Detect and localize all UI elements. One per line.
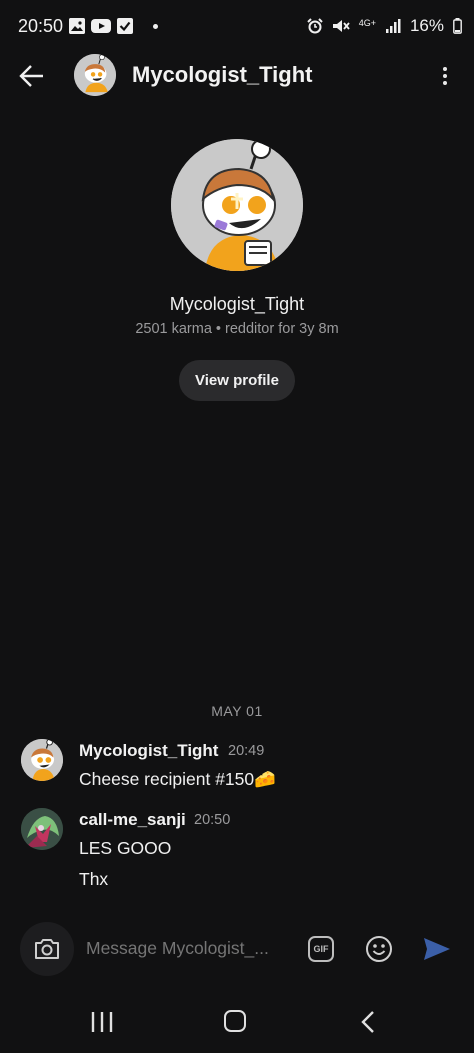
recent-apps-button[interactable]: [90, 1011, 114, 1033]
profile-avatar[interactable]: [171, 139, 303, 271]
profile-name: Mycologist_Tight: [169, 294, 305, 314]
snoo-avatar-icon: [171, 139, 303, 271]
message-composer: GIF: [0, 918, 474, 980]
message-author[interactable]: Mycologist_Tight: [79, 741, 218, 761]
gif-icon: GIF: [308, 936, 334, 962]
message-text: LES GOOO: [79, 838, 172, 858]
battery-percent: 16%: [409, 16, 444, 35]
mute-icon: [332, 20, 350, 32]
arrow-left-icon: [19, 65, 43, 87]
more-dot-icon: [443, 67, 447, 71]
message-text: Thx: [79, 869, 109, 889]
status-time: 20:50: [18, 16, 64, 36]
more-notifications-dot: [153, 23, 158, 29]
camera-icon: [35, 939, 59, 959]
message-time: 20:50: [194, 812, 231, 828]
message-avatar[interactable]: [21, 739, 63, 781]
notification-icons: [69, 18, 158, 34]
header-title: Mycologist_Tight: [132, 62, 313, 87]
task-notification-icon: [117, 18, 133, 34]
system-nav-bar: [0, 990, 474, 1053]
recent-apps-icon: [91, 1012, 113, 1032]
home-button[interactable]: [224, 1010, 246, 1032]
system-status-icons: 4G+ 16%: [306, 16, 462, 36]
snoo-avatar-icon: [74, 54, 116, 96]
send-icon: [424, 938, 450, 960]
view-profile-button[interactable]: View profile: [179, 360, 295, 401]
message-avatar[interactable]: [21, 808, 63, 850]
nav-back-button[interactable]: [358, 1010, 378, 1034]
camera-button[interactable]: [20, 922, 74, 976]
more-dot-icon: [443, 81, 447, 85]
snoo-avatar-icon: [21, 739, 63, 781]
message-text: Cheese recipient #150🧀: [79, 769, 276, 789]
send-button[interactable]: [422, 934, 452, 964]
message-input[interactable]: [86, 938, 286, 959]
network-type: 4G+: [358, 17, 376, 28]
header-avatar[interactable]: [74, 54, 116, 96]
gallery-notification-icon: [69, 18, 85, 34]
battery-icon: [453, 18, 462, 34]
message-time: 20:49: [228, 743, 265, 759]
status-bar: 20:50 4G+ 16%: [0, 0, 474, 54]
smiley-icon: [366, 936, 392, 962]
more-options-button[interactable]: [430, 58, 460, 94]
alarm-icon: [306, 18, 323, 34]
youtube-notification-icon: [91, 18, 111, 34]
date-separator: MAY 01: [211, 703, 263, 719]
signal-icon: [385, 19, 401, 33]
emoji-button[interactable]: [365, 935, 393, 963]
chat-header: Mycologist_Tight: [0, 54, 474, 98]
character-avatar-icon: [21, 808, 63, 850]
back-button[interactable]: [14, 58, 50, 94]
message-author[interactable]: call-me_sanji: [79, 810, 186, 830]
gif-button[interactable]: GIF: [307, 935, 335, 963]
chevron-left-icon: [361, 1011, 374, 1033]
more-dot-icon: [443, 74, 447, 78]
profile-meta: 2501 karma • redditor for 3y 8m: [135, 321, 339, 337]
